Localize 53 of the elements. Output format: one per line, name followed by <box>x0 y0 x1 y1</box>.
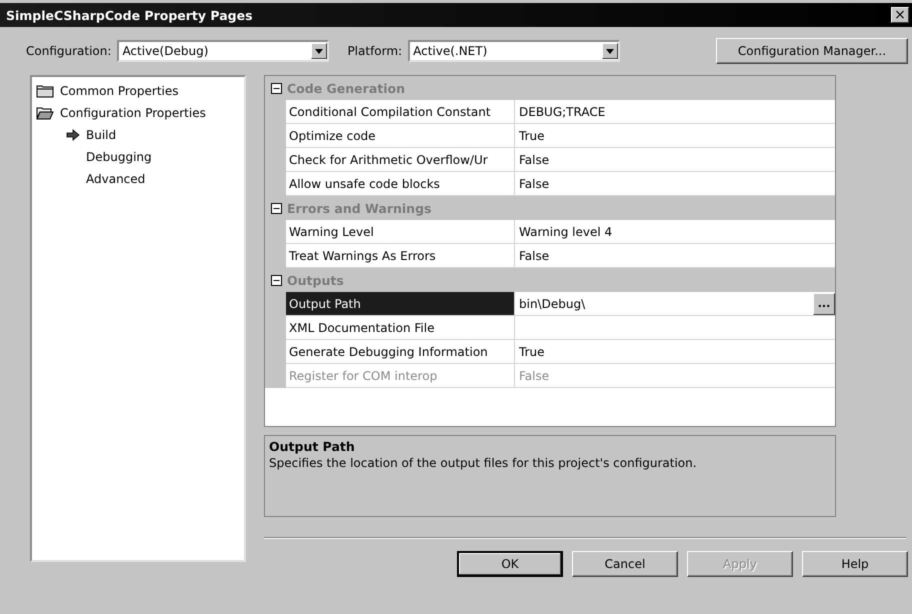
description-title: Output Path <box>269 439 356 454</box>
property-name[interactable]: Output Path <box>286 292 515 316</box>
tree-item[interactable]: Advanced <box>84 172 148 186</box>
property-value[interactable]: bin\Debug\ <box>519 296 586 310</box>
dropdown-caret-icon <box>606 48 614 54</box>
property-name[interactable]: Warning Level <box>286 220 515 244</box>
collapse-icon[interactable] <box>270 202 282 214</box>
category-title: Code Generation <box>287 80 405 96</box>
property-name[interactable]: Allow unsafe code blocks <box>286 172 515 196</box>
dialog-button[interactable]: Help <box>802 551 908 577</box>
property-name[interactable]: Generate Debugging Information <box>286 340 515 364</box>
tree-item[interactable]: Debugging <box>84 150 154 164</box>
property-value[interactable]: False <box>519 176 550 190</box>
property-value[interactable]: True <box>519 344 544 358</box>
category-title: Outputs <box>287 272 344 288</box>
platform-label: Platform: <box>347 44 402 58</box>
property-name[interactable]: Treat Warnings As Errors <box>286 244 515 268</box>
collapse-icon[interactable] <box>270 274 282 286</box>
configuration-manager-button[interactable]: Configuration Manager... <box>716 38 908 64</box>
value-cell[interactable]: False <box>515 244 835 268</box>
dialog-button[interactable]: OK <box>457 551 563 577</box>
property-name[interactable]: Check for Arithmetic Overflow/Ur <box>286 148 515 172</box>
collapse-icon[interactable] <box>270 82 282 94</box>
tree-item[interactable]: Common Properties <box>58 84 181 98</box>
browse-button[interactable]: ... <box>813 292 835 314</box>
configuration-label: Configuration: <box>26 44 112 58</box>
value-cell[interactable]: DEBUG;TRACE <box>515 100 835 124</box>
dialog-button[interactable]: Cancel <box>572 551 678 577</box>
property-name[interactable]: Optimize code <box>286 124 515 148</box>
tree-item[interactable]: Configuration Properties <box>58 106 208 120</box>
close-button[interactable]: × <box>891 7 909 23</box>
value-cell[interactable]: bin\Debug\ ... <box>515 292 835 316</box>
property-name[interactable]: XML Documentation File <box>286 316 515 340</box>
configuration-dropdown[interactable]: Active(Debug) <box>117 40 330 62</box>
arrow-icon <box>66 129 80 141</box>
category-title: Errors and Warnings <box>287 200 432 216</box>
property-value[interactable]: False <box>519 152 550 166</box>
platform-dropdown[interactable]: Active(.NET) <box>408 40 620 62</box>
value-cell[interactable]: Warning level 4 <box>515 220 835 244</box>
value-cell[interactable]: True <box>515 124 835 148</box>
value-cell[interactable]: False <box>515 172 835 196</box>
property-value[interactable]: True <box>519 128 544 142</box>
value-cell[interactable]: True <box>515 340 835 364</box>
property-value[interactable]: False <box>519 248 550 262</box>
window-title: SimpleCSharpCode Property Pages <box>6 8 253 22</box>
description-text: Specifies the location of the output files for this project's configuration. <box>269 456 698 470</box>
property-name[interactable]: Conditional Compilation Constant <box>286 100 515 124</box>
tree-item[interactable]: Build <box>84 128 118 142</box>
value-cell[interactable]: False <box>515 148 835 172</box>
property-value[interactable]: DEBUG;TRACE <box>519 104 606 118</box>
dropdown-caret-icon <box>315 48 324 54</box>
value-cell[interactable] <box>515 316 835 340</box>
property-value[interactable]: Warning level 4 <box>519 224 612 238</box>
